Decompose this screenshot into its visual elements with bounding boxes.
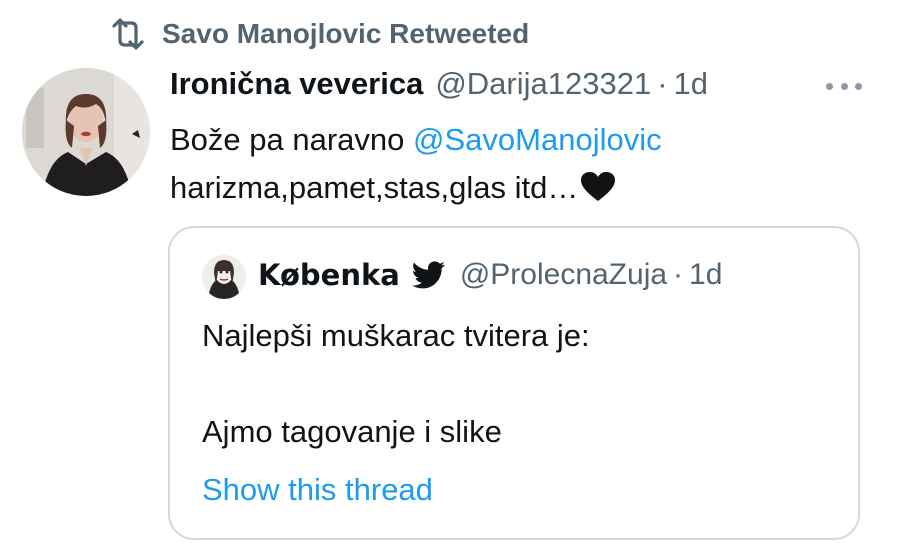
retweet-label: Savo Manojlovic Retweeted [162, 18, 530, 49]
black-heart-icon [580, 171, 616, 203]
mention-link[interactable]: @SavoManojlovic [413, 122, 662, 157]
retweet-indicator[interactable]: Savo Manojlovic Retweeted [108, 16, 529, 52]
quoted-handle[interactable]: @ProlecnaZuja [460, 258, 667, 292]
tweet-text-body: harizma,pamet,stas,glas itd… [170, 170, 579, 205]
handle[interactable]: @Darija123321 [435, 66, 651, 102]
separator-dot: · [657, 66, 668, 101]
tweet-text-prefix: Bože pa naravno [170, 122, 414, 157]
more-options-icon[interactable] [826, 80, 862, 92]
avatar[interactable] [22, 68, 150, 196]
tweet-text-line-1: Bože pa naravno @SavoManojlovic [170, 116, 662, 164]
show-thread-link[interactable]: Show this thread [202, 472, 433, 508]
quoted-header: Købenka @ProlecnaZuja · 1d [258, 258, 722, 292]
tweet-text-line-2: harizma,pamet,stas,glas itd… [170, 164, 662, 212]
quoted-display-name[interactable]: Købenka [258, 258, 400, 292]
quoted-avatar[interactable] [202, 255, 246, 299]
timestamp[interactable]: 1d [674, 66, 708, 102]
tweet-text: Bože pa naravno @SavoManojlovic harizma,… [170, 116, 662, 212]
quoted-text-line-2: Ajmo tagovanje i slike [202, 414, 502, 449]
quoted-tweet[interactable]: Købenka @ProlecnaZuja · 1d Najlepši mušk… [168, 226, 860, 540]
twitter-bird-icon [411, 261, 446, 289]
quoted-text-line-1: Najlepši muškarac tvitera je: [202, 318, 590, 353]
quoted-separator-dot: · [673, 258, 684, 291]
quoted-timestamp[interactable]: 1d [689, 258, 722, 292]
tweet-header: Ironična veverica @Darija123321 · 1d [170, 66, 708, 102]
display-name[interactable]: Ironična veverica [170, 66, 423, 102]
retweet-icon [108, 16, 148, 52]
tweet-card: Savo Manojlovic Retweeted Ironična vever… [0, 0, 900, 548]
